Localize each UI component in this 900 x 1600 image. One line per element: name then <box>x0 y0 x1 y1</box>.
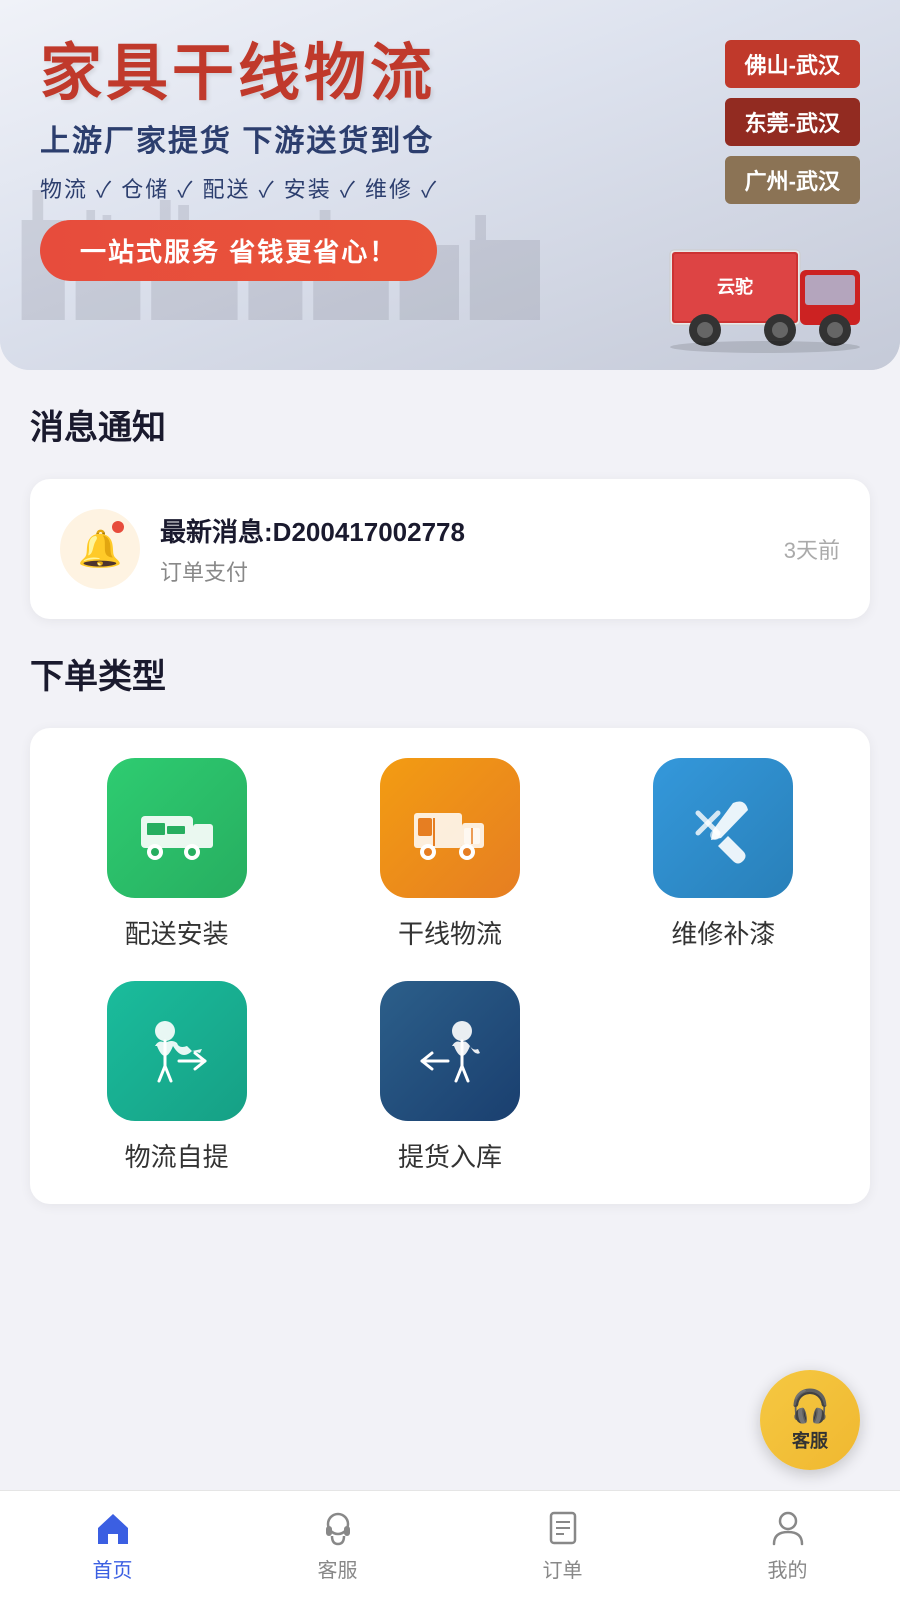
order-item-pickup[interactable]: 物流自提 <box>50 981 303 1174</box>
order-item-delivery[interactable]: 配送安装 <box>50 758 303 951</box>
notification-card[interactable]: 🔔 最新消息:D200417002778 订单支付 3天前 <box>30 479 870 619</box>
svg-text:云驼: 云驼 <box>717 276 753 297</box>
order-grid: 配送安装 干线物流 <box>50 758 850 1174</box>
inbound-label: 提货入库 <box>398 1137 502 1174</box>
nav-profile[interactable]: 我的 <box>675 1508 900 1583</box>
inbound-icon-wrap <box>380 981 520 1121</box>
pickup-icon <box>137 1011 217 1091</box>
order-types-card: 配送安装 干线物流 <box>30 728 870 1204</box>
notification-sub: 订单支付 <box>160 555 764 587</box>
nav-home-label: 首页 <box>93 1554 133 1583</box>
nav-profile-label: 我的 <box>768 1554 808 1583</box>
repair-icon <box>683 788 763 868</box>
notification-title: 消息通知 <box>30 400 870 449</box>
banner: 家具干线物流 上游厂家提货 下游送货到仓 物流 ✓ 仓储 ✓ 配送 ✓ 安装 ✓… <box>0 0 900 370</box>
delivery-icon-wrap <box>107 758 247 898</box>
trunk-icon <box>410 788 490 868</box>
order-item-trunk[interactable]: 干线物流 <box>323 758 576 951</box>
repair-label: 维修补漆 <box>671 914 775 951</box>
route-badge-2[interactable]: 东莞-武汉 <box>725 98 860 146</box>
pickup-icon-wrap <box>107 981 247 1121</box>
nav-order-icon <box>543 1508 583 1548</box>
order-item-inbound[interactable]: 提货入库 <box>323 981 576 1174</box>
bell-icon: 🔔 <box>78 528 123 570</box>
nav-home[interactable]: 首页 <box>0 1508 225 1583</box>
order-types-section: 下单类型 <box>0 619 900 728</box>
bottom-navigation: 首页 客服 订单 我的 <box>0 1490 900 1600</box>
notification-icon-wrap: 🔔 <box>60 509 140 589</box>
banner-cta[interactable]: 一站式服务 省钱更省心！ <box>40 220 437 281</box>
pickup-label: 物流自提 <box>125 1137 229 1174</box>
delivery-label: 配送安装 <box>125 914 229 951</box>
nav-customer-service[interactable]: 客服 <box>225 1508 450 1583</box>
home-icon <box>93 1508 133 1548</box>
inbound-icon <box>410 1011 490 1091</box>
nav-profile-icon <box>768 1508 808 1548</box>
nav-cs-label: 客服 <box>318 1554 358 1583</box>
customer-service-button[interactable]: 🎧 客服 <box>760 1370 860 1470</box>
notification-time: 3天前 <box>784 533 840 565</box>
trunk-label: 干线物流 <box>398 914 502 951</box>
route-badge-1[interactable]: 佛山-武汉 <box>725 40 860 88</box>
notification-section: 消息通知 <box>0 370 900 479</box>
notification-order-id: 最新消息:D200417002778 <box>160 512 764 549</box>
nav-order[interactable]: 订单 <box>450 1508 675 1583</box>
nav-order-label: 订单 <box>543 1554 583 1583</box>
banner-routes: 佛山-武汉 东莞-武汉 广州-武汉 <box>725 40 860 204</box>
order-item-repair[interactable]: 维修补漆 <box>597 758 850 951</box>
repair-icon-wrap <box>653 758 793 898</box>
truck-illustration: 云驼 <box>660 225 870 360</box>
order-types-title: 下单类型 <box>30 649 870 698</box>
nav-headset-icon <box>318 1508 358 1548</box>
trunk-icon-wrap <box>380 758 520 898</box>
delivery-icon <box>137 788 217 868</box>
notification-content: 最新消息:D200417002778 订单支付 <box>160 512 764 587</box>
route-badge-3[interactable]: 广州-武汉 <box>725 156 860 204</box>
notification-dot <box>112 521 124 533</box>
cs-label: 客服 <box>792 1427 828 1453</box>
headset-icon: 🎧 <box>790 1387 830 1425</box>
